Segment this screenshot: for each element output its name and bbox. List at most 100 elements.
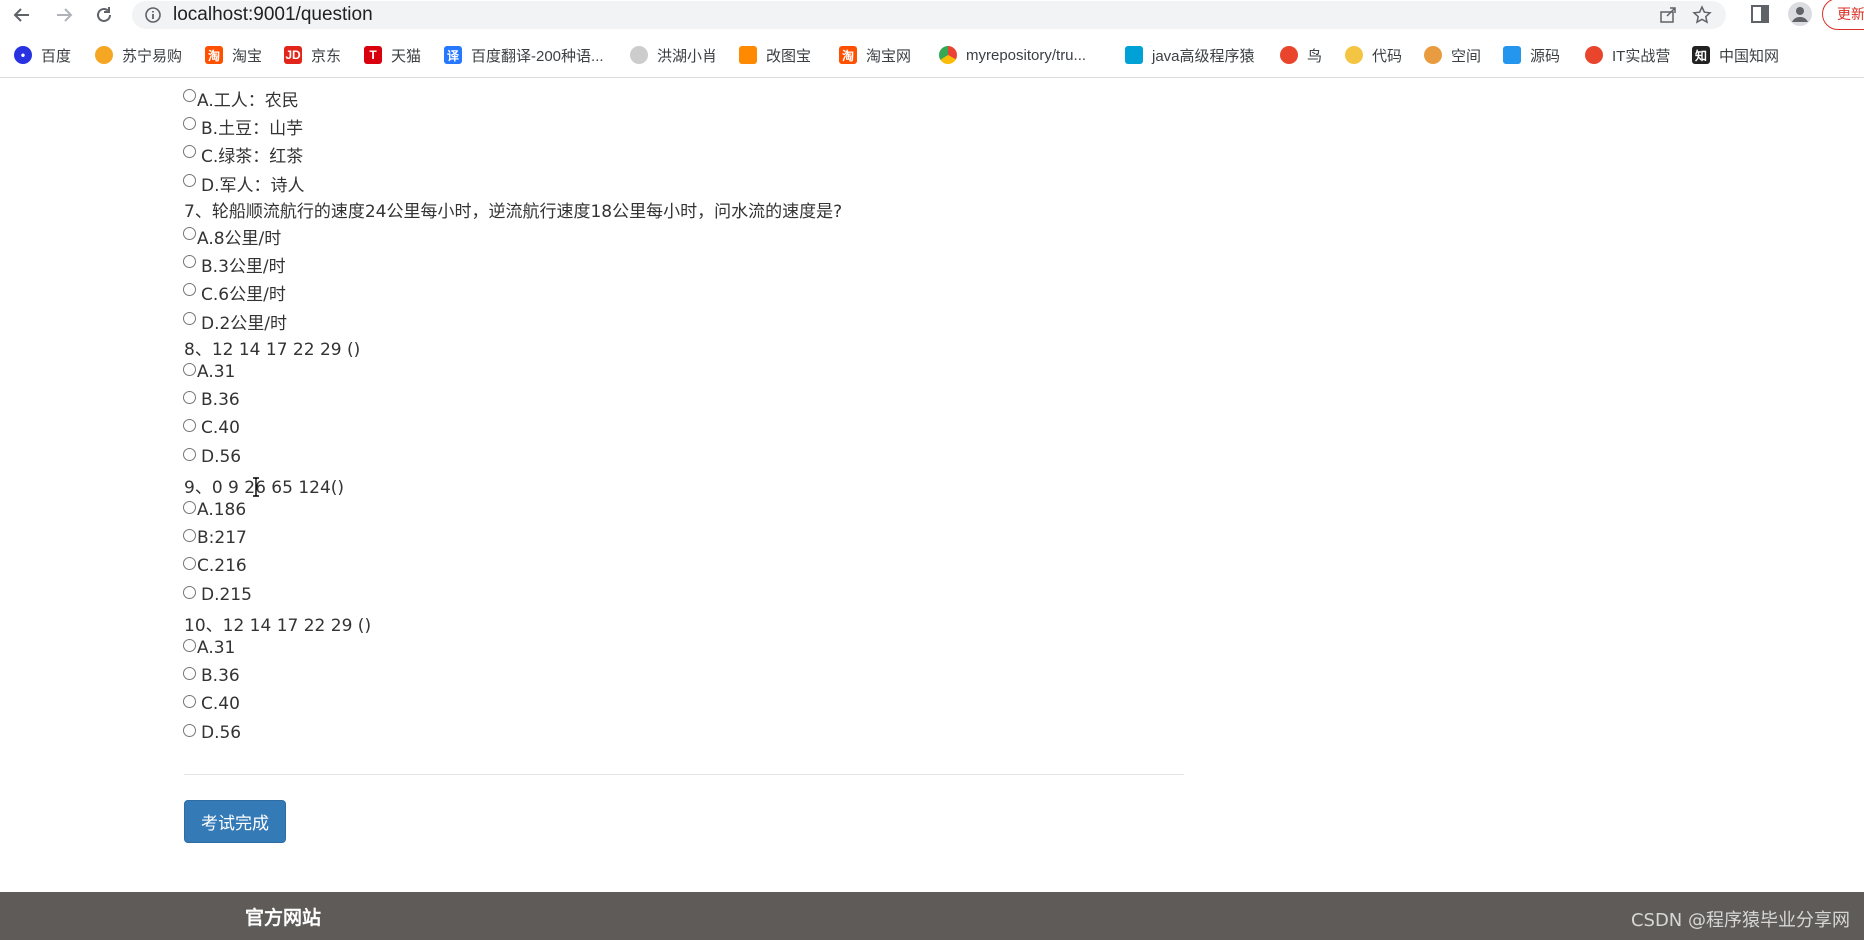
- bookmark-myrepository[interactable]: myrepository/tru...: [939, 44, 1086, 66]
- bookmark-star-icon[interactable]: [1692, 5, 1712, 29]
- option-label: C.40: [201, 694, 240, 714]
- finish-exam-label: 考试完成: [201, 814, 269, 834]
- radio-button[interactable]: [183, 694, 196, 708]
- radio-button[interactable]: [183, 283, 196, 296]
- radio-button[interactable]: [183, 418, 196, 432]
- bookmark-source[interactable]: 源码: [1503, 44, 1560, 66]
- site-info-icon[interactable]: [144, 6, 162, 28]
- radio-button[interactable]: [183, 362, 196, 376]
- question-10-option-a[interactable]: A.31: [183, 638, 235, 658]
- question-8-option-c[interactable]: C.40: [183, 418, 240, 438]
- bookmark-label: myrepository/tru...: [966, 46, 1087, 64]
- finish-exam-button[interactable]: 考试完成: [184, 800, 286, 843]
- bookmark-cnki[interactable]: 知 中国知网: [1692, 44, 1779, 66]
- chrome-icon: [939, 46, 957, 64]
- bookmark-honghu[interactable]: 洪湖小肖: [630, 44, 717, 66]
- bookmark-code[interactable]: 代码: [1345, 44, 1402, 66]
- radio-button[interactable]: [183, 666, 196, 680]
- official-site-link[interactable]: 官方网站: [245, 903, 321, 930]
- question-9-option-d[interactable]: D.215: [183, 585, 252, 605]
- bookmark-label: 淘宝网: [866, 47, 912, 65]
- option-label: A.工人：农民: [197, 91, 299, 111]
- bookmark-label: 百度翻译-200种语...: [471, 47, 604, 65]
- radio-button[interactable]: [183, 585, 196, 599]
- question-6-option-a[interactable]: A.工人：农民: [183, 86, 299, 111]
- question-8-option-a[interactable]: A.31: [183, 362, 235, 382]
- question-10-option-d[interactable]: D.56: [183, 723, 241, 743]
- bookmark-tmall[interactable]: T 天猫: [364, 44, 421, 66]
- bookmark-java[interactable]: java高级程序猿: [1125, 44, 1255, 66]
- bookmark-label: 京东: [311, 47, 342, 65]
- bookmark-label: 源码: [1530, 47, 1561, 65]
- bookmark-qzone[interactable]: 空间: [1424, 44, 1481, 66]
- question-10-option-c[interactable]: C.40: [183, 694, 240, 714]
- option-label: B.3公里/时: [201, 257, 286, 277]
- option-label: B.36: [201, 666, 240, 686]
- question-7-option-a[interactable]: A.8公里/时: [183, 224, 281, 249]
- question-7-option-b[interactable]: B.3公里/时: [183, 252, 286, 277]
- option-label: B:217: [197, 528, 247, 548]
- bookmark-baidu[interactable]: • 百度: [14, 44, 71, 66]
- bookmark-taobao[interactable]: 淘 淘宝: [205, 44, 262, 66]
- question-9-option-c[interactable]: C.216: [183, 556, 247, 576]
- radio-button[interactable]: [183, 390, 196, 404]
- radio-button[interactable]: [183, 255, 196, 268]
- bilibili-icon: [1125, 46, 1143, 64]
- page-footer: 官方网站 CSDN @程序猿毕业分享网: [0, 892, 1864, 940]
- image-edit-icon: [739, 46, 757, 64]
- option-label: A.8公里/时: [197, 229, 282, 249]
- question-7-option-d[interactable]: D.2公里/时: [183, 309, 287, 334]
- question-6-option-b[interactable]: B.土豆：山芋: [183, 114, 303, 139]
- radio-button[interactable]: [183, 528, 196, 542]
- question-6-option-d[interactable]: D.军人：诗人: [183, 171, 305, 196]
- option-label: D.215: [201, 585, 252, 605]
- browser-toolbar: localhost:9001/question 更新: [0, 0, 1864, 30]
- bookmark-baidu-translate[interactable]: 译 百度翻译-200种语...: [444, 44, 604, 66]
- update-button-label: 更新: [1837, 6, 1864, 22]
- question-9-option-a[interactable]: A.186: [183, 500, 246, 520]
- forward-button[interactable]: [50, 2, 78, 28]
- radio-button[interactable]: [183, 638, 196, 652]
- radio-button[interactable]: [183, 312, 196, 325]
- radio-button[interactable]: [183, 174, 196, 187]
- share-icon[interactable]: [1658, 5, 1678, 29]
- update-button[interactable]: 更新: [1822, 0, 1864, 30]
- form-divider: [184, 774, 1184, 775]
- question-8-option-b[interactable]: B.36: [183, 390, 240, 410]
- bookmark-it-camp[interactable]: IT实战营: [1585, 44, 1670, 66]
- bookmark-gaitubao[interactable]: 改图宝: [739, 44, 811, 66]
- question-8-option-d[interactable]: D.56: [183, 447, 241, 467]
- radio-button[interactable]: [183, 227, 196, 240]
- question-10-option-b[interactable]: B.36: [183, 666, 240, 686]
- bookmark-niao[interactable]: 鸟: [1280, 44, 1322, 66]
- option-label: D.56: [201, 447, 242, 467]
- radio-button[interactable]: [183, 89, 196, 102]
- bookmark-label: 改图宝: [766, 47, 812, 65]
- question-6-option-c[interactable]: C.绿茶：红茶: [183, 142, 303, 167]
- question-8-text: 8、12 14 17 22 29 (): [184, 340, 361, 360]
- radio-button[interactable]: [183, 447, 196, 461]
- radio-button[interactable]: [183, 500, 196, 514]
- bookmark-label: 洪湖小肖: [657, 47, 718, 65]
- taobao-icon: 淘: [839, 46, 857, 64]
- radio-button[interactable]: [183, 117, 196, 130]
- bookmark-jd[interactable]: JD 京东: [284, 44, 341, 66]
- question-9-option-b[interactable]: B:217: [183, 528, 247, 548]
- radio-button[interactable]: [183, 145, 196, 158]
- url-text[interactable]: localhost:9001/question: [173, 4, 373, 26]
- qzone-icon: [1424, 46, 1442, 64]
- option-label: A.31: [197, 362, 236, 382]
- profile-avatar-icon[interactable]: [1788, 2, 1812, 30]
- side-panel-icon[interactable]: [1750, 4, 1770, 28]
- radio-button[interactable]: [183, 556, 196, 570]
- reload-button[interactable]: [90, 2, 118, 28]
- back-button[interactable]: [8, 2, 36, 28]
- bookmark-label: 百度: [41, 47, 72, 65]
- option-label: C.绿茶：红茶: [201, 147, 304, 167]
- bookmark-label: 空间: [1451, 47, 1482, 65]
- question-7-option-c[interactable]: C.6公里/时: [183, 280, 286, 305]
- bookmark-suning[interactable]: 苏宁易购: [95, 44, 182, 66]
- radio-button[interactable]: [183, 723, 196, 737]
- bookmark-taobao-web[interactable]: 淘 淘宝网: [839, 44, 911, 66]
- address-bar[interactable]: localhost:9001/question: [132, 1, 1726, 29]
